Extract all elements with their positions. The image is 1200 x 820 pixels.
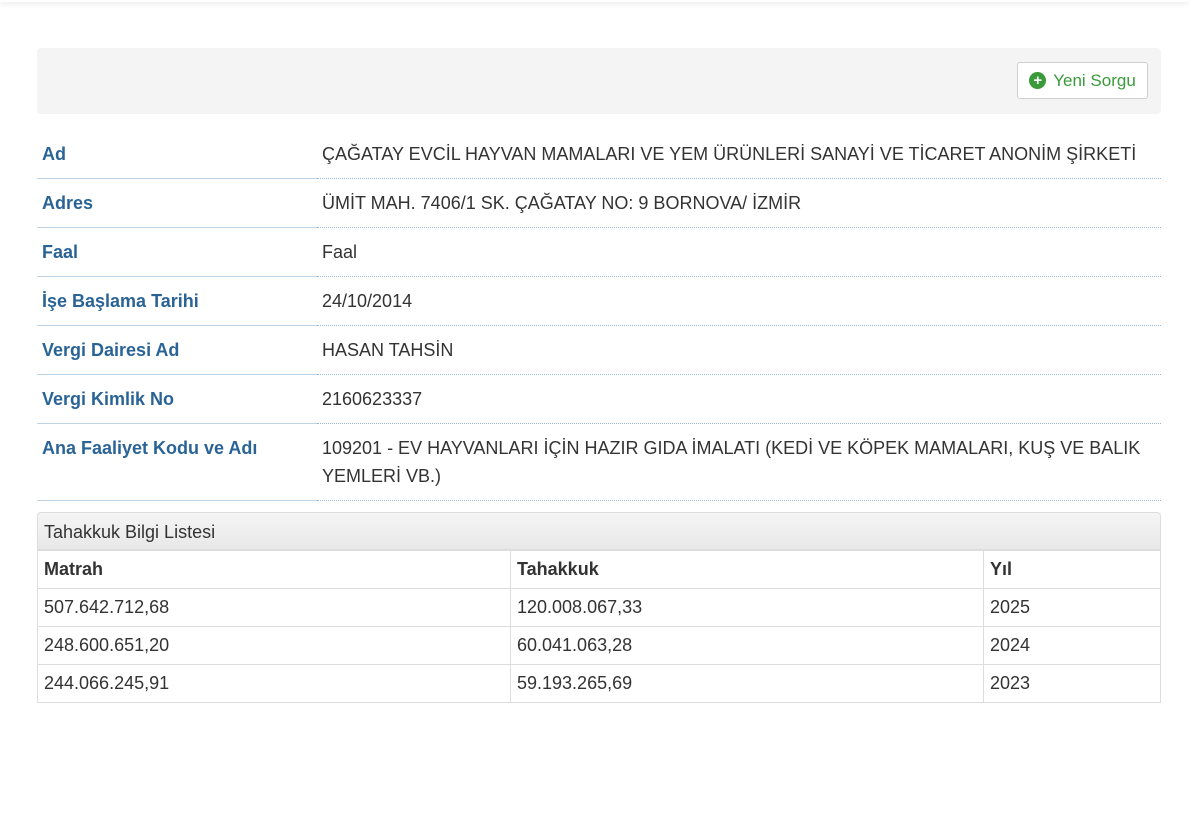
tahakkuk-cell: 120.008.067,33 — [510, 588, 984, 627]
matrah-cell: 244.066.245,91 — [37, 664, 511, 703]
year-cell: 2025 — [983, 588, 1161, 627]
detail-value: 24/10/2014 — [317, 276, 1161, 326]
query-toolbar: + Yeni Sorgu — [37, 48, 1161, 114]
detail-label: Faal — [37, 227, 317, 277]
column-header-tahakkuk: Tahakkuk — [510, 550, 984, 589]
column-header-matrah: Matrah — [37, 550, 511, 589]
table-row: 248.600.651,20 60.041.063,28 2024 — [37, 626, 1161, 665]
detail-row-activity: Ana Faaliyet Kodu ve Adı 109201 - EV HAY… — [37, 423, 1161, 501]
table-header-row: Matrah Tahakkuk Yıl — [37, 550, 1161, 589]
detail-value: ÇAĞATAY EVCİL HAYVAN MAMALARI VE YEM ÜRÜ… — [317, 130, 1161, 179]
year-cell: 2024 — [983, 626, 1161, 665]
year-cell: 2023 — [983, 664, 1161, 703]
detail-value: ÜMİT MAH. 7406/1 SK. ÇAĞATAY NO: 9 BORNO… — [317, 178, 1161, 228]
detail-value: HASAN TAHSİN — [317, 325, 1161, 375]
tahakkuk-cell: 59.193.265,69 — [510, 664, 984, 703]
detail-label: Vergi Kimlik No — [37, 374, 317, 424]
detail-row-start-date: İşe Başlama Tarihi 24/10/2014 — [37, 276, 1161, 326]
table-row: 244.066.245,91 59.193.265,69 2023 — [37, 664, 1161, 703]
detail-label: Ana Faaliyet Kodu ve Adı — [37, 423, 317, 501]
table-row: 507.642.712,68 120.008.067,33 2025 — [37, 588, 1161, 627]
detail-label: İşe Başlama Tarihi — [37, 276, 317, 326]
tahakkuk-cell: 60.041.063,28 — [510, 626, 984, 665]
detail-row-faal: Faal Faal — [37, 227, 1161, 277]
detail-row-adres: Adres ÜMİT MAH. 7406/1 SK. ÇAĞATAY NO: 9… — [37, 178, 1161, 228]
column-header-year: Yıl — [983, 550, 1161, 589]
company-details-table: Ad ÇAĞATAY EVCİL HAYVAN MAMALARI VE YEM … — [37, 130, 1161, 501]
panel-title: Tahakkuk Bilgi Listesi — [37, 512, 1161, 550]
tahakkuk-panel: Tahakkuk Bilgi Listesi Matrah Tahakkuk Y… — [37, 512, 1161, 703]
detail-label: Vergi Dairesi Ad — [37, 325, 317, 375]
detail-label: Adres — [37, 178, 317, 228]
detail-value: 109201 - EV HAYVANLARI İÇİN HAZIR GIDA İ… — [317, 423, 1161, 501]
detail-row-tax-id: Vergi Kimlik No 2160623337 — [37, 374, 1161, 424]
matrah-cell: 248.600.651,20 — [37, 626, 511, 665]
matrah-cell: 507.642.712,68 — [37, 588, 511, 627]
top-bar-shadow — [0, 0, 1188, 2]
detail-label: Ad — [37, 130, 317, 179]
detail-value: Faal — [317, 227, 1161, 277]
tahakkuk-table: Matrah Tahakkuk Yıl 507.642.712,68 120.0… — [37, 550, 1161, 703]
plus-circle-icon: + — [1029, 72, 1047, 89]
new-query-button[interactable]: + Yeni Sorgu — [1017, 62, 1148, 99]
detail-value: 2160623337 — [317, 374, 1161, 424]
new-query-label: Yeni Sorgu — [1053, 70, 1136, 90]
detail-row-tax-office: Vergi Dairesi Ad HASAN TAHSİN — [37, 325, 1161, 375]
detail-row-ad: Ad ÇAĞATAY EVCİL HAYVAN MAMALARI VE YEM … — [37, 130, 1161, 179]
